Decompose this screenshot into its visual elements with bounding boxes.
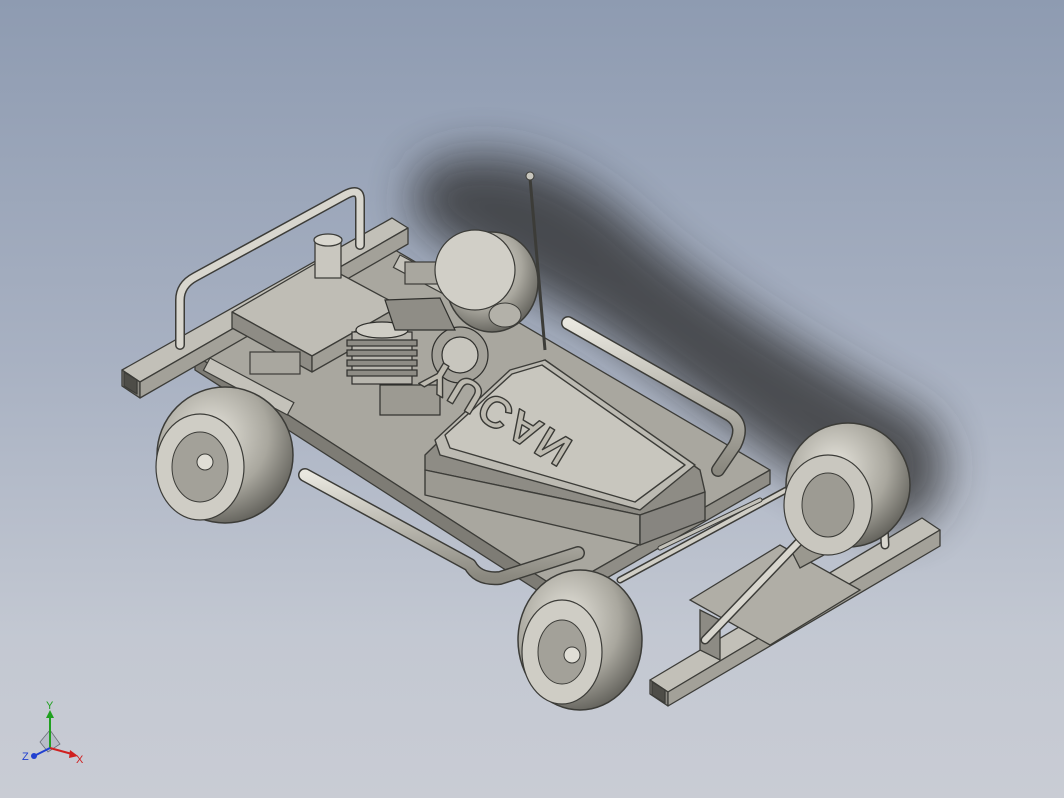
coordinate-triad: Y X Z: [18, 700, 88, 770]
tire-front-right: [783, 422, 911, 556]
rc-car-chassis-model[interactable]: YUCAN: [0, 0, 1064, 798]
y-axis-label: Y: [46, 700, 54, 712]
tire-front-left: [517, 569, 643, 711]
x-axis-icon: [49, 747, 73, 755]
graphics-viewport[interactable]: YUCAN Y X Z: [0, 0, 1064, 798]
tire-rear-left: [155, 386, 294, 524]
x-axis-label: X: [76, 754, 84, 766]
z-axis-label: Z: [22, 751, 29, 763]
